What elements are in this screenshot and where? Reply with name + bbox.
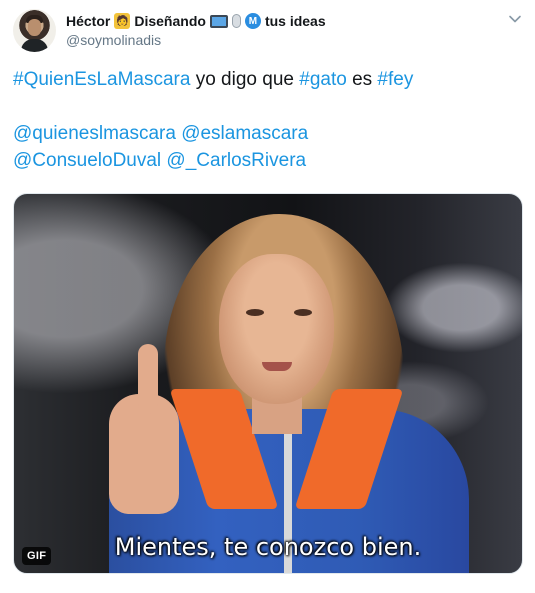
gif-caption: Mientes, te conozco bien. bbox=[114, 533, 422, 561]
display-name-bio-tail[interactable]: tus ideas bbox=[265, 13, 326, 29]
tweet-line-2: @quieneslmascara @eslamascara bbox=[13, 120, 523, 147]
tweet-line-3: @ConsueloDuval @_CarlosRivera bbox=[13, 147, 523, 174]
tweet-text-segment: es bbox=[346, 69, 378, 90]
mention-link[interactable]: @ConsueloDuval bbox=[13, 150, 161, 171]
gif-media[interactable]: Mientes, te conozco bien. GIF bbox=[13, 193, 523, 574]
metro-emoji-icon: M bbox=[244, 13, 261, 29]
mention-link[interactable]: @eslamascara bbox=[181, 123, 308, 144]
tweet-card: Héctor 🧑 Diseñando M tus ideas @soymolin… bbox=[0, 0, 535, 593]
tweet-line-1: #QuienEsLaMascara yo digo que #gato es #… bbox=[13, 66, 523, 93]
computer-emoji-icon bbox=[209, 14, 228, 28]
tweet-text: #QuienEsLaMascara yo digo que #gato es #… bbox=[13, 66, 523, 174]
gif-person-eye-left bbox=[246, 309, 264, 316]
display-name[interactable]: Héctor bbox=[66, 13, 110, 29]
mouse-emoji-icon bbox=[231, 14, 241, 28]
avatar[interactable] bbox=[13, 9, 56, 52]
designer-emoji-icon: 🧑 bbox=[114, 13, 131, 29]
gif-person-eye-right bbox=[294, 309, 312, 316]
mention-link[interactable]: @_CarlosRivera bbox=[166, 150, 306, 171]
hashtag-link[interactable]: #fey bbox=[377, 69, 413, 90]
gif-badge: GIF bbox=[22, 547, 52, 565]
display-name-bio-word[interactable]: Diseñando bbox=[134, 13, 206, 29]
hashtag-link[interactable]: #gato bbox=[299, 69, 347, 90]
author-handle[interactable]: @soymolinadis bbox=[66, 32, 161, 48]
chevron-down-icon[interactable] bbox=[508, 12, 522, 26]
mention-link[interactable]: @quieneslmascara bbox=[13, 123, 176, 144]
hashtag-link[interactable]: #QuienEsLaMascara bbox=[13, 69, 190, 90]
author-name-row[interactable]: Héctor 🧑 Diseñando M tus ideas bbox=[66, 12, 326, 30]
gif-person-face bbox=[219, 254, 334, 404]
gif-person-finger bbox=[138, 344, 158, 414]
tweet-text-segment: yo digo que bbox=[190, 69, 300, 90]
gif-person-mouth bbox=[262, 362, 292, 371]
